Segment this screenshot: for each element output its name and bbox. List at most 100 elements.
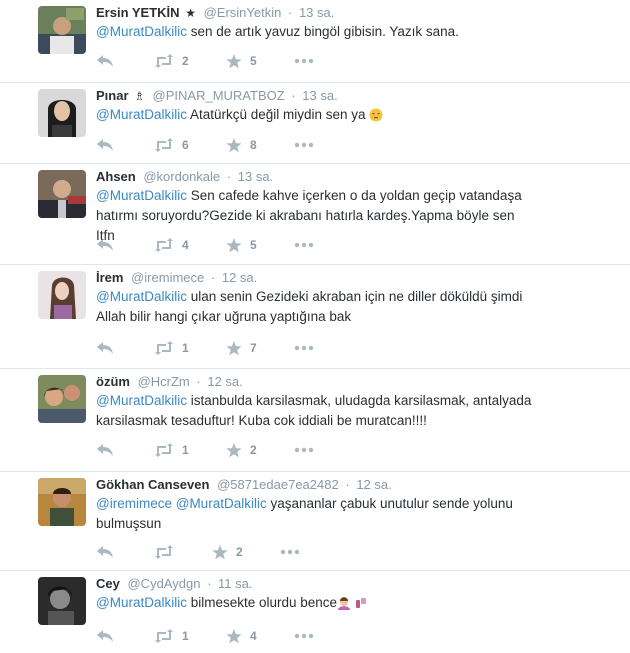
reply-icon [97,444,113,456]
star-icon [212,544,228,559]
more-button[interactable] [294,441,314,459]
favorite-button[interactable]: 5 [226,236,294,254]
retweet-button[interactable] [154,543,212,561]
retweet-count: 2 [182,54,189,68]
author-name[interactable]: özüm [96,374,130,389]
retweet-button[interactable]: 1 [154,627,226,645]
favorite-button[interactable]: 4 [226,627,294,645]
retweet-button[interactable]: 4 [154,236,226,254]
retweet-button[interactable]: 2 [154,52,226,70]
mention-link[interactable]: @MuratDalkilic [96,188,187,203]
favorite-button[interactable]: 2 [212,543,280,561]
author-name[interactable]: Ersin YETKİN [96,5,180,20]
tweet-actions: 2 [96,543,300,561]
tweet-header: özüm @HcrZm · 12 sa. [96,373,243,391]
more-button[interactable] [280,543,300,561]
author-name[interactable]: Cey [96,576,120,591]
avatar[interactable] [38,6,86,54]
tweet-actions: 4 5 [96,236,314,254]
retweet-button[interactable]: 1 [154,441,226,459]
reply-icon [97,55,113,67]
avatar[interactable] [38,577,86,625]
reply-button[interactable] [96,339,154,357]
mention-link[interactable]: @MuratDalkilic [96,595,187,610]
favorite-count: 2 [250,443,257,457]
timestamp[interactable]: 12 sa. [356,477,391,492]
reply-button[interactable] [96,543,154,561]
separator: · [226,169,232,184]
more-button[interactable] [294,136,314,154]
timestamp[interactable]: 11 sa. [218,576,252,591]
reply-button[interactable] [96,441,154,459]
favorite-count: 8 [250,138,257,152]
retweet-icon [155,238,173,252]
tweet-item: Ersin YETKİN ★ @ErsinYetkin · 13 sa. @Mu… [0,0,630,83]
author-handle[interactable]: @kordonkale [143,169,220,184]
author-handle[interactable]: @ErsinYetkin [204,5,282,20]
mention-link[interactable]: @MuratDalkilic [96,393,187,408]
author-name[interactable]: İrem [96,270,123,285]
timestamp[interactable]: 13 sa. [238,169,273,184]
author-handle[interactable]: @PINAR_MURATBOZ [153,88,285,103]
tweet-item: Pınar ♗ @PINAR_MURATBOZ · 13 sa. @MuratD… [0,83,630,164]
avatar[interactable] [38,478,86,526]
favorite-count: 5 [250,238,257,252]
reply-button[interactable] [96,136,154,154]
more-icon [294,58,314,64]
avatar[interactable] [38,89,86,137]
tweet-body: Atatürkçü değil miydin sen ya [186,107,370,122]
mention-link[interactable]: @iremimece [96,496,172,511]
avatar[interactable] [38,375,86,423]
more-icon [294,447,314,453]
timestamp[interactable]: 13 sa. [299,5,334,20]
retweet-icon [155,545,173,559]
mention-link[interactable]: @MuratDalkilic [96,107,187,122]
author-handle[interactable]: @5871edae7ea2482 [217,477,339,492]
tweet-header: Pınar ♗ @PINAR_MURATBOZ · 13 sa. [96,87,338,105]
separator: · [345,477,350,492]
retweet-count: 4 [182,238,189,252]
more-icon [294,633,314,639]
reply-button[interactable] [96,627,154,645]
timestamp[interactable]: 13 sa. [302,88,337,103]
avatar[interactable] [38,170,86,218]
mention-link[interactable]: @MuratDalkilic [96,24,187,39]
reply-icon [97,546,113,558]
timestamp[interactable]: 12 sa. [207,374,242,389]
reply-button[interactable] [96,52,154,70]
separator: · [210,270,216,285]
author-name[interactable]: Gökhan Canseven [96,477,209,492]
timestamp[interactable]: 12 sa. [222,270,257,285]
retweet-button[interactable]: 1 [154,339,226,357]
retweet-icon [155,54,173,68]
tweet-actions: 1 4 [96,627,314,645]
more-button[interactable] [294,627,314,645]
favorite-button[interactable]: 5 [226,52,294,70]
star-icon [226,53,242,68]
reply-button[interactable] [96,236,154,254]
tweet-header: Ahsen @kordonkale · 13 sa. [96,168,273,186]
retweet-icon [155,443,173,457]
more-button[interactable] [294,52,314,70]
author-handle[interactable]: @iremimece [131,270,204,285]
favorite-button[interactable]: 8 [226,136,294,154]
more-icon [294,345,314,351]
tweet-actions: 6 8 [96,136,314,154]
tweet-item: Ahsen @kordonkale · 13 sa. @MuratDalkili… [0,164,630,265]
favorite-button[interactable]: 7 [226,339,294,357]
author-handle[interactable]: @CydAydgn [127,576,200,591]
more-button[interactable] [294,339,314,357]
author-handle[interactable]: @HcrZm [138,374,190,389]
tweet-text: @iremimece @MuratDalkilic yaşananlar çab… [96,494,536,534]
author-name[interactable]: Pınar [96,88,129,103]
avatar[interactable] [38,271,86,319]
retweet-icon [155,341,173,355]
author-name[interactable]: Ahsen [96,169,136,184]
mention-link[interactable]: @MuratDalkilic [96,289,187,304]
mention-link[interactable]: @MuratDalkilic [176,496,267,511]
favorite-button[interactable]: 2 [226,441,294,459]
retweet-button[interactable]: 6 [154,136,226,154]
reply-icon [97,342,113,354]
name-badge: ★ [185,6,196,20]
more-button[interactable] [294,236,314,254]
